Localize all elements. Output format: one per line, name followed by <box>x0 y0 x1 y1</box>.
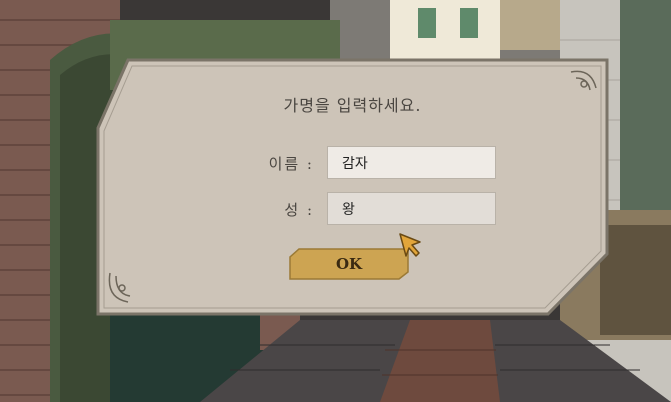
last-name-field[interactable]: 왕 <box>327 192 496 225</box>
name-entry-dialog: 가명을 입력하세요. 이름 : 감자 성 : 왕 OK <box>96 58 609 316</box>
dialog-prompt: 가명을 입력하세요. <box>283 96 422 115</box>
ok-button-label: OK <box>335 255 363 273</box>
game-scene: 가명을 입력하세요. 이름 : 감자 성 : 왕 OK <box>0 0 671 402</box>
ok-button[interactable]: OK <box>289 248 409 280</box>
first-name-label: 이름 : <box>268 155 314 173</box>
last-name-label: 성 : <box>284 201 314 219</box>
first-name-field[interactable]: 감자 <box>327 146 496 179</box>
mouse-cursor-icon <box>399 233 421 257</box>
